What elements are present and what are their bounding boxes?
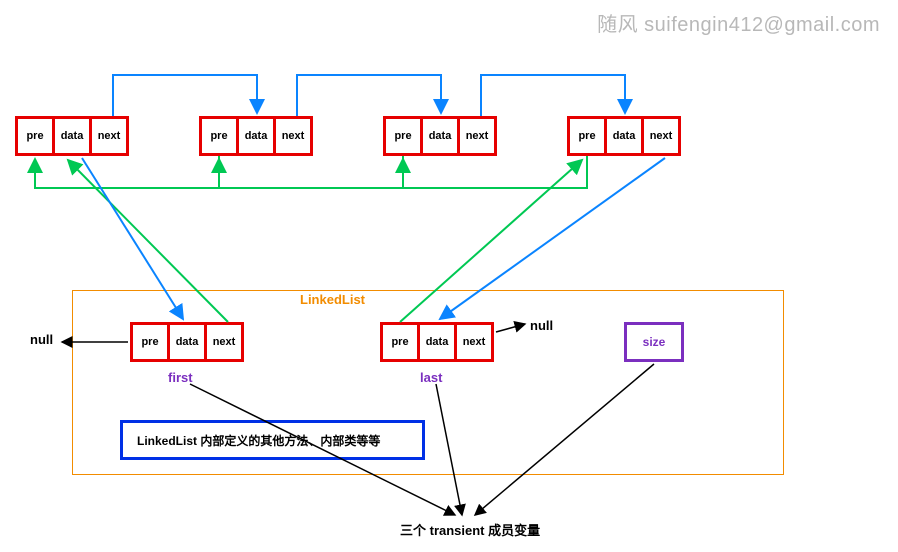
null-right-label: null [530, 318, 553, 333]
linkedlist-title: LinkedList [300, 292, 365, 307]
other-methods-box: LinkedList 内部定义的其他方法、内部类等等 [120, 420, 425, 460]
first-label: first [168, 370, 193, 385]
top-node-1-data: data [52, 116, 92, 156]
null-left-label: null [30, 332, 53, 347]
first-node-next: next [204, 322, 244, 362]
top-node-2-data: data [236, 116, 276, 156]
size-box: size [624, 322, 684, 362]
last-node-data: data [417, 322, 457, 362]
top-node-2-next: next [273, 116, 313, 156]
watermark-text: 随风 suifengin412@gmail.com [597, 8, 880, 37]
top-node-2: pre data next [199, 116, 313, 156]
last-node-pre: pre [380, 322, 420, 362]
arrow-pre-4-3 [403, 156, 587, 188]
top-node-4-data: data [604, 116, 644, 156]
top-node-1-next: next [89, 116, 129, 156]
top-node-3-pre: pre [383, 116, 423, 156]
first-node: pre data next [130, 322, 244, 362]
top-node-1: pre data next [15, 116, 129, 156]
arrow-next-2-3 [297, 75, 441, 116]
arrow-next-1-2 [113, 75, 257, 116]
top-node-4-next: next [641, 116, 681, 156]
arrow-pre-3-2 [219, 156, 403, 188]
top-node-3: pre data next [383, 116, 497, 156]
first-node-data: data [167, 322, 207, 362]
first-node-pre: pre [130, 322, 170, 362]
last-node: pre data next [380, 322, 494, 362]
top-node-3-next: next [457, 116, 497, 156]
top-node-2-pre: pre [199, 116, 239, 156]
last-label: last [420, 370, 442, 385]
top-node-4: pre data next [567, 116, 681, 156]
top-node-4-pre: pre [567, 116, 607, 156]
last-node-next: next [454, 322, 494, 362]
transient-vars-label: 三个 transient 成员变量 [400, 520, 540, 539]
top-node-3-data: data [420, 116, 460, 156]
arrow-pre-2-1 [35, 156, 219, 188]
top-node-1-pre: pre [15, 116, 55, 156]
arrow-next-3-4 [481, 75, 625, 116]
